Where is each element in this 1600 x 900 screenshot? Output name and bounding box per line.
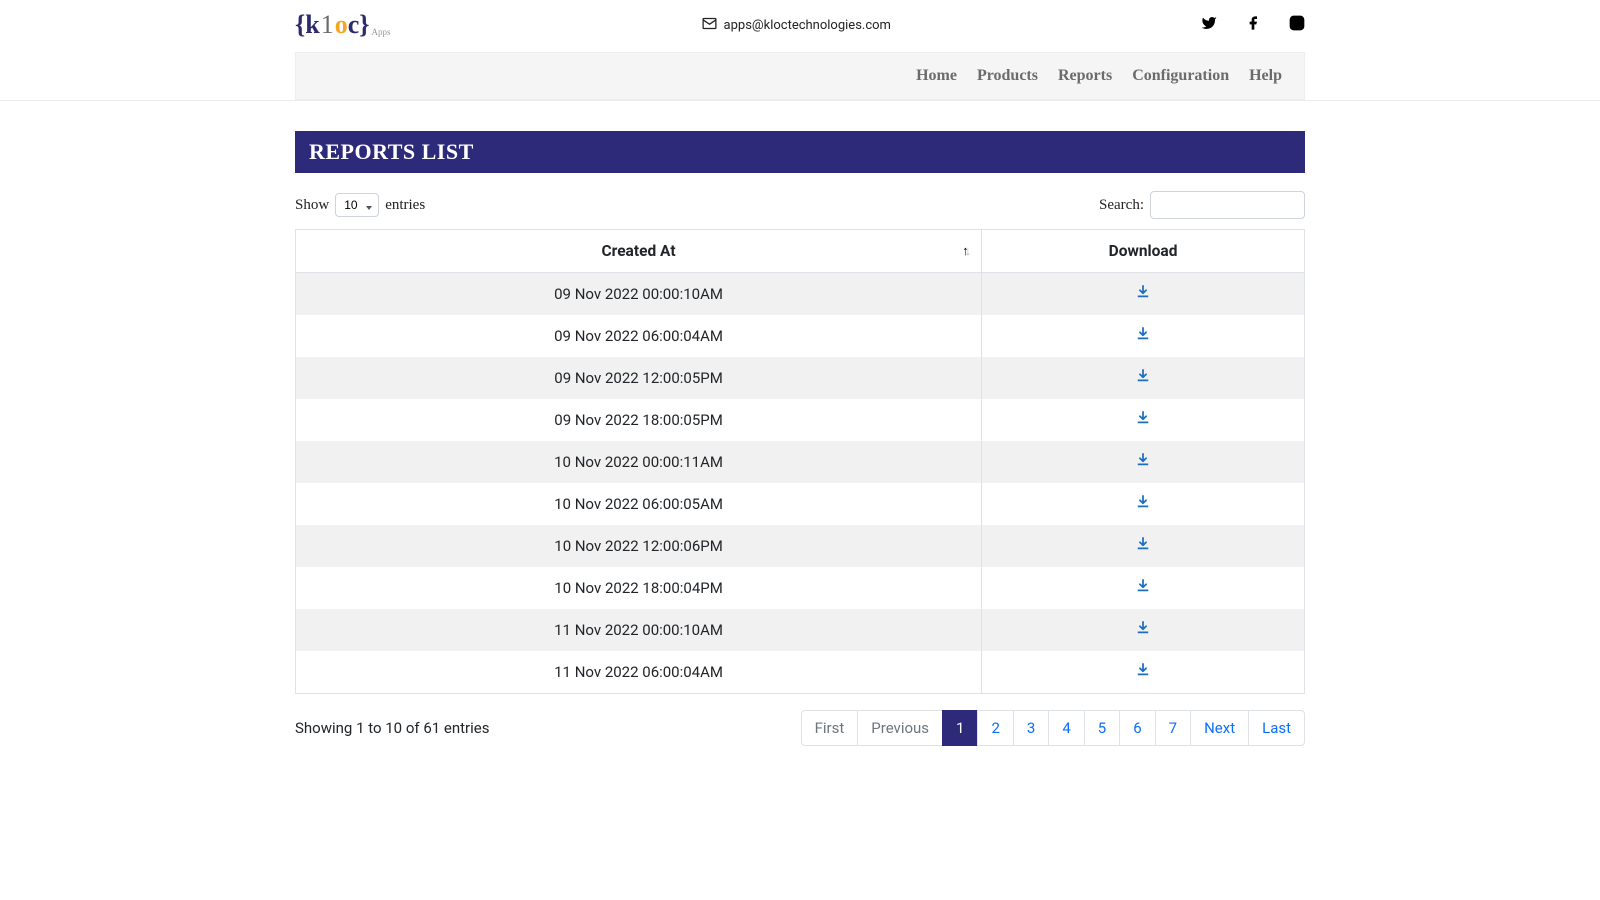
- download-icon: [1136, 369, 1150, 387]
- cell-download: [982, 441, 1305, 483]
- download-icon: [1136, 411, 1150, 429]
- brand-logo[interactable]: {k1oc}Apps: [295, 10, 391, 40]
- pagination-page-6[interactable]: 6: [1119, 710, 1155, 746]
- download-link[interactable]: [1136, 621, 1150, 639]
- cell-download: [982, 399, 1305, 441]
- sort-icon: ↑↓: [962, 243, 967, 259]
- cell-created-at: 09 Nov 2022 18:00:05PM: [296, 399, 982, 441]
- instagram-icon: [1289, 19, 1305, 35]
- pagination-page-3[interactable]: 3: [1013, 710, 1049, 746]
- cell-download: [982, 651, 1305, 694]
- pagination-page-7[interactable]: 7: [1155, 710, 1191, 746]
- entries-select[interactable]: 10: [335, 193, 379, 217]
- download-icon: [1136, 285, 1150, 303]
- table-row: 10 Nov 2022 00:00:11AM: [296, 441, 1305, 483]
- table-row: 10 Nov 2022 06:00:05AM: [296, 483, 1305, 525]
- cell-download: [982, 357, 1305, 399]
- cell-created-at: 10 Nov 2022 00:00:11AM: [296, 441, 982, 483]
- instagram-link[interactable]: [1289, 15, 1305, 35]
- table-row: 10 Nov 2022 12:00:06PM: [296, 525, 1305, 567]
- cell-download: [982, 567, 1305, 609]
- pagination-last[interactable]: Last: [1248, 710, 1305, 746]
- cell-download: [982, 273, 1305, 316]
- cell-download: [982, 315, 1305, 357]
- column-header-created-at[interactable]: Created At ↑↓: [296, 230, 982, 273]
- table-row: 11 Nov 2022 06:00:04AM: [296, 651, 1305, 694]
- nav-products[interactable]: Products: [977, 67, 1038, 85]
- cell-created-at: 10 Nov 2022 06:00:05AM: [296, 483, 982, 525]
- download-icon: [1136, 495, 1150, 513]
- table-row: 09 Nov 2022 06:00:04AM: [296, 315, 1305, 357]
- download-link[interactable]: [1136, 495, 1150, 513]
- column-header-download[interactable]: Download: [982, 230, 1305, 273]
- pagination-page-2[interactable]: 2: [977, 710, 1013, 746]
- download-link[interactable]: [1136, 453, 1150, 471]
- facebook-icon: [1245, 19, 1261, 35]
- page-title: REPORTS LIST: [295, 131, 1305, 173]
- twitter-icon: [1201, 19, 1217, 35]
- show-entries-prefix: Show: [295, 197, 329, 214]
- download-icon: [1136, 663, 1150, 681]
- cell-download: [982, 609, 1305, 651]
- cell-created-at: 10 Nov 2022 18:00:04PM: [296, 567, 982, 609]
- download-link[interactable]: [1136, 579, 1150, 597]
- cell-created-at: 11 Nov 2022 00:00:10AM: [296, 609, 982, 651]
- pagination-page-1[interactable]: 1: [942, 710, 978, 746]
- download-icon: [1136, 537, 1150, 555]
- nav-configuration[interactable]: Configuration: [1132, 67, 1229, 85]
- pagination-next[interactable]: Next: [1190, 710, 1249, 746]
- search-input[interactable]: [1150, 191, 1305, 219]
- search-label: Search:: [1099, 197, 1144, 214]
- download-link[interactable]: [1136, 663, 1150, 681]
- nav-home[interactable]: Home: [916, 67, 957, 85]
- contact-email[interactable]: apps@kloctechnologies.com: [701, 15, 891, 36]
- nav-reports[interactable]: Reports: [1058, 67, 1112, 85]
- contact-email-text: apps@kloctechnologies.com: [724, 18, 891, 33]
- download-link[interactable]: [1136, 285, 1150, 303]
- mail-icon: [701, 15, 718, 36]
- cell-created-at: 11 Nov 2022 06:00:04AM: [296, 651, 982, 694]
- main-nav: Home Products Reports Configuration Help: [296, 53, 1304, 99]
- entries-info: Showing 1 to 10 of 61 entries: [295, 719, 489, 737]
- cell-created-at: 09 Nov 2022 00:00:10AM: [296, 273, 982, 316]
- table-row: 10 Nov 2022 18:00:04PM: [296, 567, 1305, 609]
- table-row: 11 Nov 2022 00:00:10AM: [296, 609, 1305, 651]
- pagination-previous: Previous: [857, 710, 943, 746]
- show-entries-suffix: entries: [385, 197, 425, 214]
- download-icon: [1136, 327, 1150, 345]
- download-link[interactable]: [1136, 411, 1150, 429]
- pagination-page-4[interactable]: 4: [1048, 710, 1084, 746]
- cell-created-at: 10 Nov 2022 12:00:06PM: [296, 525, 982, 567]
- pagination: FirstPrevious1234567NextLast: [802, 710, 1305, 746]
- table-row: 09 Nov 2022 12:00:05PM: [296, 357, 1305, 399]
- cell-created-at: 09 Nov 2022 06:00:04AM: [296, 315, 982, 357]
- cell-created-at: 09 Nov 2022 12:00:05PM: [296, 357, 982, 399]
- reports-table: Created At ↑↓ Download 09 Nov 2022 00:00…: [295, 229, 1305, 694]
- download-link[interactable]: [1136, 537, 1150, 555]
- download-link[interactable]: [1136, 369, 1150, 387]
- download-icon: [1136, 579, 1150, 597]
- twitter-link[interactable]: [1201, 15, 1217, 35]
- pagination-first: First: [801, 710, 859, 746]
- cell-download: [982, 483, 1305, 525]
- pagination-page-5[interactable]: 5: [1084, 710, 1120, 746]
- nav-help[interactable]: Help: [1249, 67, 1282, 85]
- download-icon: [1136, 453, 1150, 471]
- cell-download: [982, 525, 1305, 567]
- download-icon: [1136, 621, 1150, 639]
- table-row: 09 Nov 2022 00:00:10AM: [296, 273, 1305, 316]
- download-link[interactable]: [1136, 327, 1150, 345]
- table-row: 09 Nov 2022 18:00:05PM: [296, 399, 1305, 441]
- facebook-link[interactable]: [1245, 15, 1261, 35]
